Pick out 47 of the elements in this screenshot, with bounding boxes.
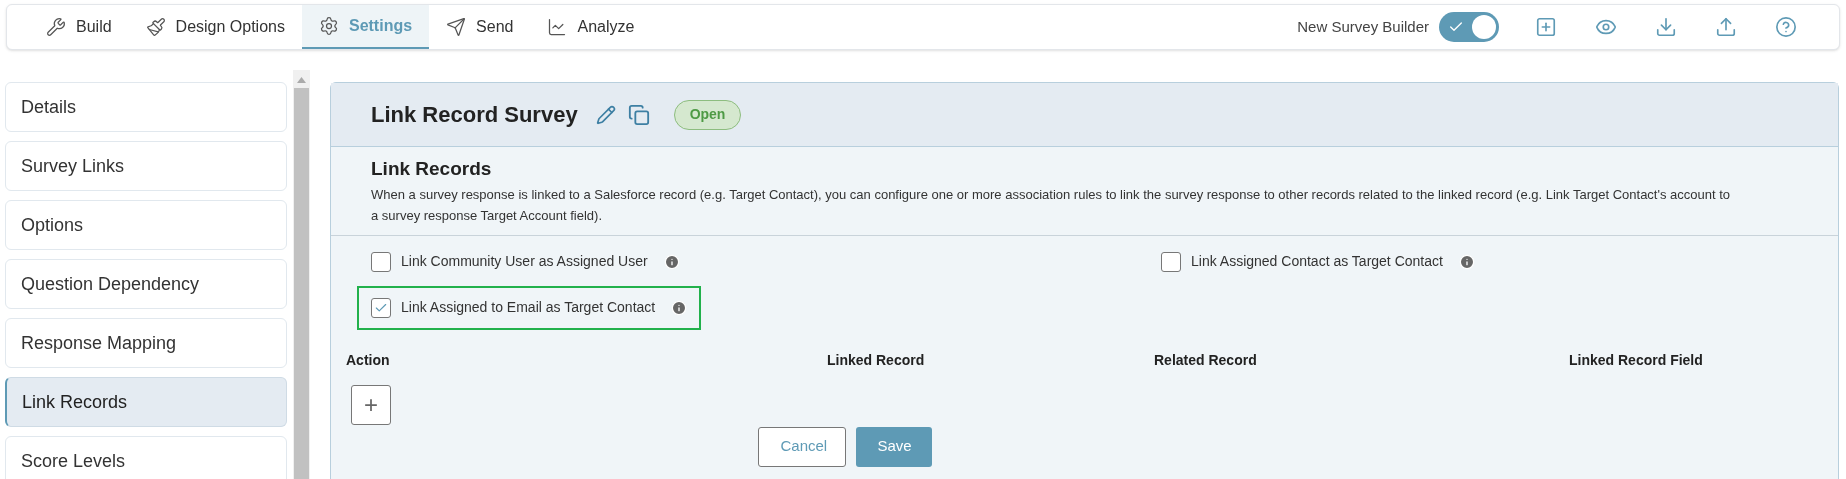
- help-icon: [1775, 16, 1797, 38]
- option-label: Link Community User as Assigned User: [401, 252, 648, 271]
- info-icon: [1458, 253, 1475, 270]
- section-title: Link Records: [371, 157, 493, 181]
- gear-icon: [318, 16, 339, 36]
- toolbar-tab[interactable]: Send: [429, 5, 531, 49]
- info-icon: [663, 253, 680, 270]
- survey-title: Link Record Survey: [371, 101, 578, 129]
- toggle-label: New Survey Builder: [1297, 16, 1429, 37]
- copy-button[interactable]: [627, 103, 650, 126]
- checkbox[interactable]: [1161, 251, 1181, 272]
- sidebar-item[interactable]: Survey Links: [5, 141, 288, 191]
- toolbar-tab[interactable]: Design Options: [128, 5, 302, 49]
- plus-square-icon: [1535, 16, 1557, 38]
- upload-icon: [1715, 16, 1737, 38]
- paintbrush-icon: [145, 17, 166, 37]
- checkbox-option[interactable]: Link Assigned Contact as Target Contact: [1147, 239, 1489, 284]
- line-chart-icon: [547, 17, 568, 37]
- checkbox-option[interactable]: Link Community User as Assigned User: [357, 239, 694, 284]
- scroll-up-arrow-icon[interactable]: [297, 77, 307, 83]
- sidebar-item[interactable]: Link Records: [5, 377, 288, 427]
- checkbox[interactable]: [371, 297, 391, 318]
- status-badge: Open: [673, 99, 742, 130]
- column-header: Related Record: [1154, 350, 1258, 370]
- sidebar-item[interactable]: Score Levels: [5, 436, 288, 479]
- toolbar-tab[interactable]: Build: [29, 5, 129, 49]
- wrench-icon: [46, 17, 66, 37]
- add-row-button[interactable]: +: [351, 384, 391, 425]
- info-icon: [671, 299, 688, 316]
- section-description: When a survey response is linked to a Salesforce record (e.g. Target Contact), you can configure one or more association rules to link the survey response to other records related to the linked record (e.g. Link Target Contact's account to a survey response Target Account field).: [371, 185, 1732, 225]
- column-header: Linked Record: [827, 350, 926, 370]
- checkbox-option[interactable]: Link Assigned to Email as Target Contact: [357, 285, 702, 330]
- column-header: Action: [346, 350, 391, 370]
- scrollbar[interactable]: [293, 70, 310, 479]
- option-label: Link Assigned Contact as Target Contact: [1191, 252, 1443, 271]
- checkbox[interactable]: [371, 251, 391, 272]
- option-label: Link Assigned to Email as Target Contact: [401, 298, 656, 317]
- toggle-switch[interactable]: [1439, 12, 1499, 42]
- sidebar-item[interactable]: Question Dependency: [5, 259, 288, 309]
- column-header: Linked Record Field: [1569, 350, 1704, 370]
- sidebar-item[interactable]: Options: [5, 200, 288, 250]
- send-icon: [446, 17, 467, 37]
- sidebar-item[interactable]: Details: [5, 82, 288, 132]
- edit-button[interactable]: [595, 104, 616, 125]
- sidebar-item[interactable]: Response Mapping: [5, 318, 288, 368]
- toolbar-tab[interactable]: Analyze: [530, 5, 652, 49]
- download-icon: [1655, 16, 1677, 38]
